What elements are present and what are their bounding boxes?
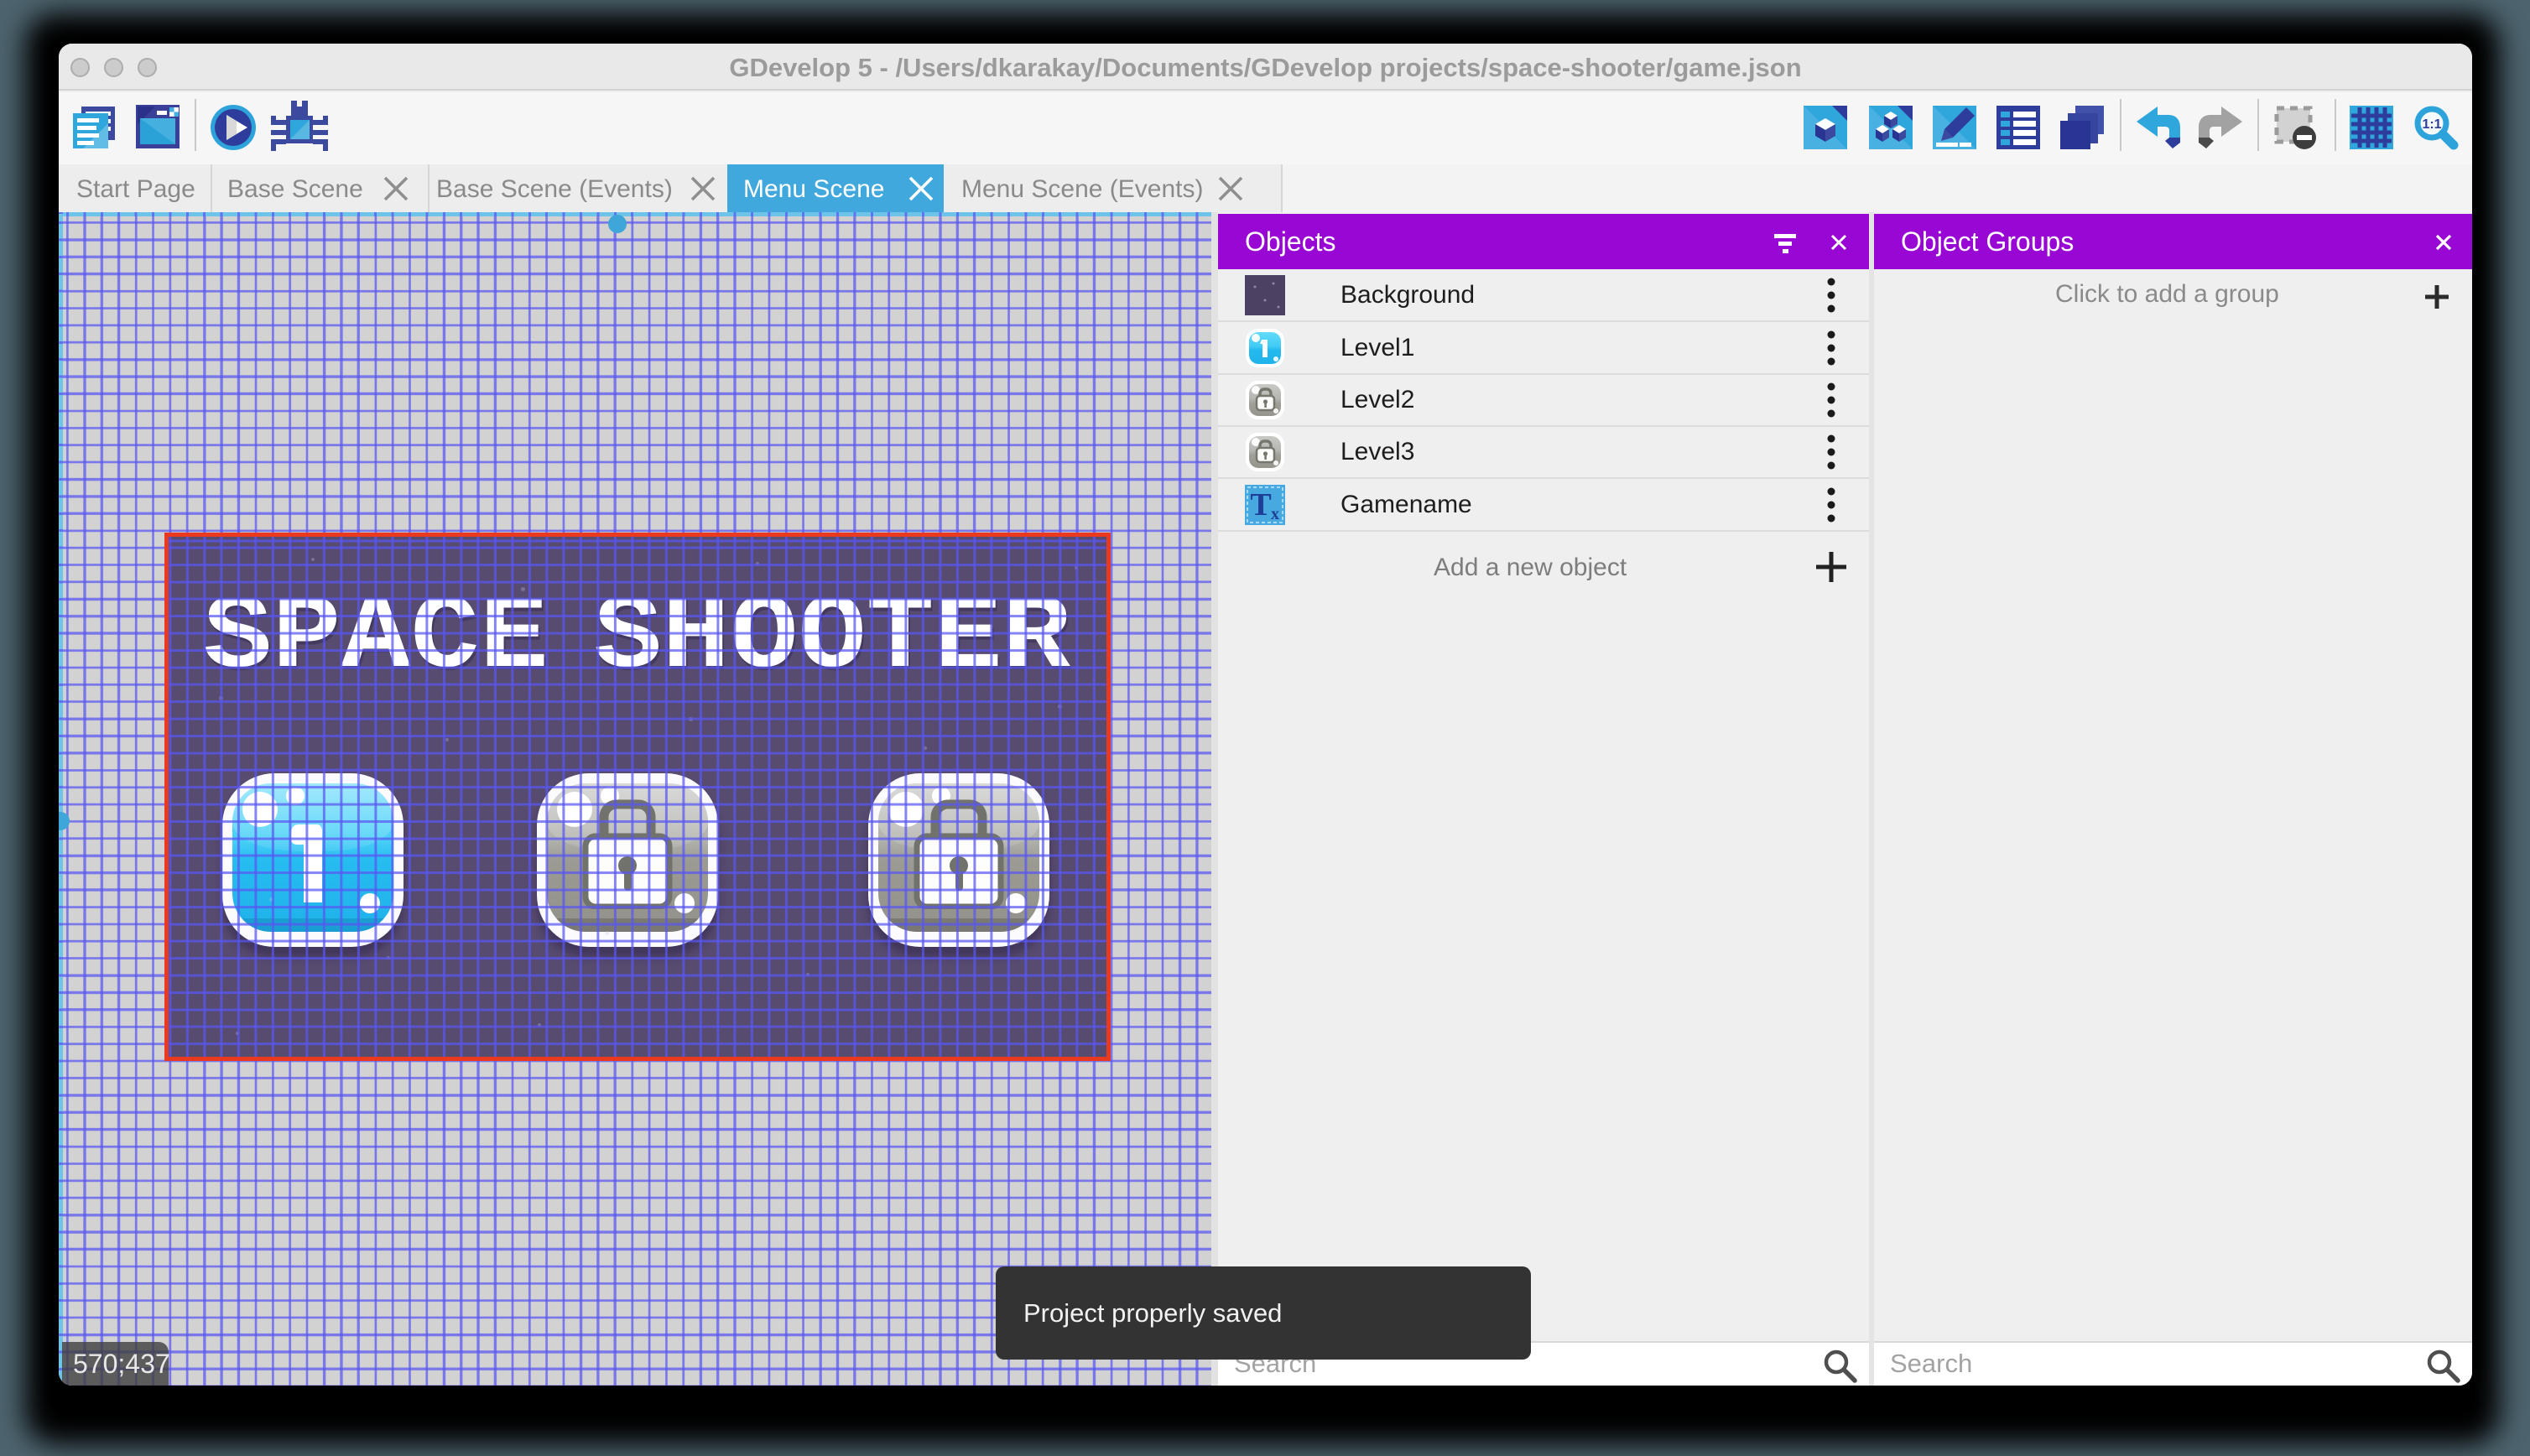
svg-text:1:1: 1:1 [2422,117,2441,132]
svg-text:T: T [1250,487,1271,523]
svg-text:x: x [1271,505,1279,523]
